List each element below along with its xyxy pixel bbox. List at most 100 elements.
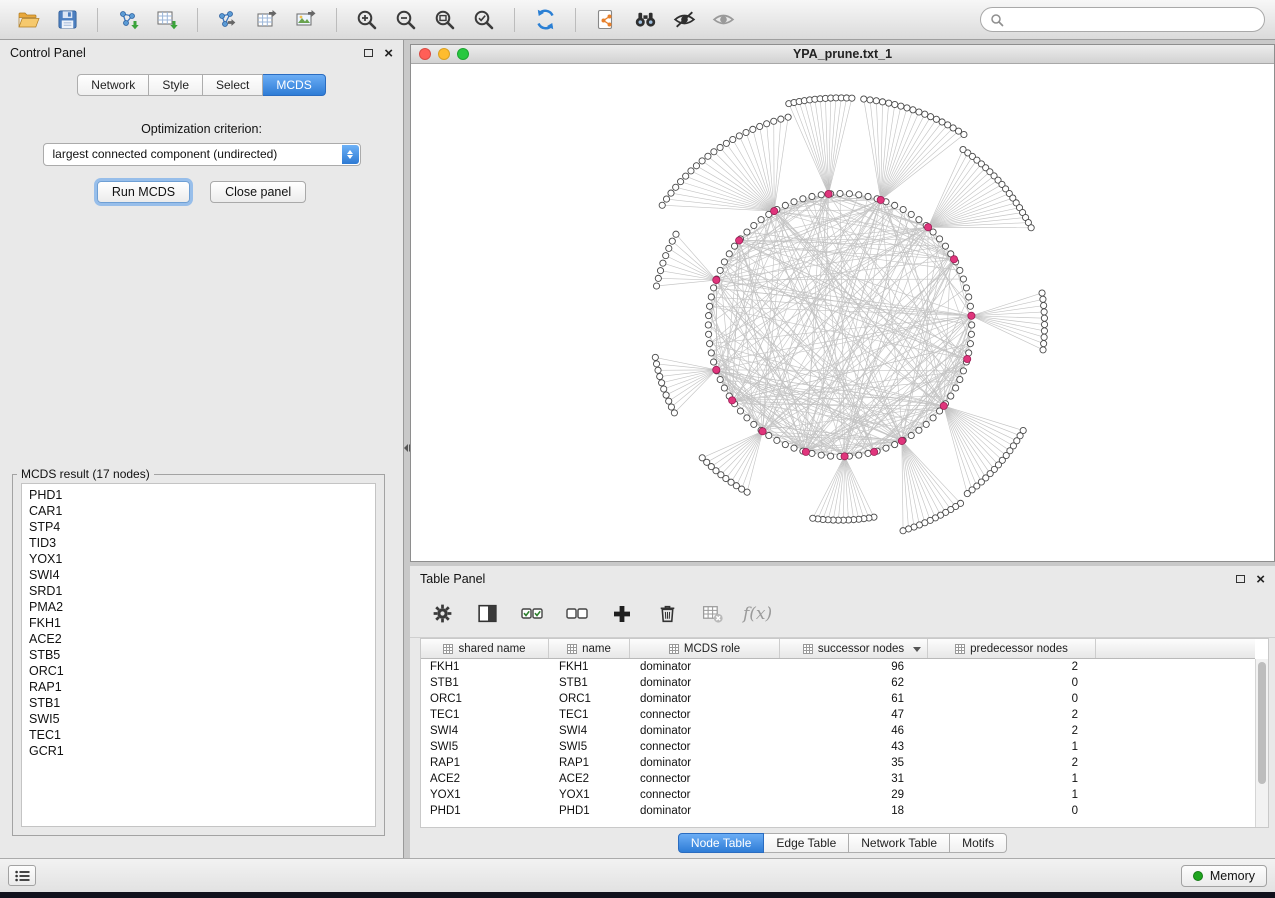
select-all-button[interactable] [518,600,546,628]
export-table-button[interactable] [249,5,285,35]
delete-row-button[interactable] [653,600,681,628]
find-button[interactable] [627,5,663,35]
table-tab-motifs[interactable]: Motifs [950,833,1007,853]
export-image-button[interactable] [288,5,324,35]
column-header-predecessor-nodes[interactable]: predecessor nodes [928,639,1096,658]
table-tab-network-table[interactable]: Network Table [849,833,950,853]
run-mcds-button[interactable]: Run MCDS [97,181,190,203]
result-node[interactable]: SWI5 [29,711,368,727]
zoom-in-button[interactable] [349,5,385,35]
table-panel: Table Panel × [410,566,1275,858]
deselect-all-button[interactable] [563,600,591,628]
export-web-page-icon [594,8,618,32]
export-image-icon [294,8,318,32]
cell-shared_name: SWI4 [421,723,549,739]
table-row-ORC1[interactable]: ORC1ORC1dominator610 [421,691,1255,707]
show-columns-button[interactable] [473,600,501,628]
fit-content-icon [433,8,457,32]
network-canvas[interactable] [411,64,1274,561]
cell-successor_nodes: 35 [780,755,928,771]
save-session-button[interactable] [49,5,85,35]
tab-style[interactable]: Style [149,74,203,96]
table-row-ACE2[interactable]: ACE2ACE2connector311 [421,771,1255,787]
cell-name: TEC1 [549,707,630,723]
result-node[interactable]: YOX1 [29,551,368,567]
table-row-TEC1[interactable]: TEC1TEC1connector472 [421,707,1255,723]
cell-shared_name: RAP1 [421,755,549,771]
mcds-result-title: MCDS result (17 nodes) [17,467,154,481]
table-tab-edge-table[interactable]: Edge Table [764,833,849,853]
zoom-selected-button[interactable] [466,5,502,35]
apply-layout-button[interactable] [527,5,563,35]
column-header-MCDS-role[interactable]: MCDS role [630,639,780,658]
result-node[interactable]: STB5 [29,647,368,663]
close-table-panel-icon[interactable]: × [1256,572,1265,587]
open-file-button[interactable] [10,5,46,35]
cell-name: PHD1 [549,803,630,819]
tab-network[interactable]: Network [77,74,149,96]
result-node[interactable]: PMA2 [29,599,368,615]
toolbar-separator [336,8,337,32]
panel-menu-button[interactable] [8,865,36,886]
cell-predecessor_nodes: 2 [928,707,1096,723]
add-row-button[interactable] [608,600,636,628]
table-row-SWI4[interactable]: SWI4SWI4dominator462 [421,723,1255,739]
cell-successor_nodes: 18 [780,803,928,819]
result-node[interactable]: TEC1 [29,727,368,743]
show-all-button[interactable] [705,5,741,35]
result-node[interactable]: SRD1 [29,583,368,599]
result-node[interactable]: CAR1 [29,503,368,519]
column-header-name[interactable]: name [549,639,630,658]
toolbar-separator [514,8,515,32]
cell-mcds_role: connector [630,787,780,803]
table-tab-node-table[interactable]: Node Table [678,833,765,853]
tab-mcds[interactable]: MCDS [263,74,325,96]
search-input[interactable] [1010,13,1255,27]
scrollbar-thumb[interactable] [1258,662,1266,784]
zoom-in-icon [355,8,379,32]
table-row-PHD1[interactable]: PHD1PHD1dominator180 [421,803,1255,819]
cell-predecessor_nodes: 1 [928,771,1096,787]
float-table-panel-icon[interactable] [1236,575,1245,583]
export-network-button[interactable] [210,5,246,35]
function-builder-button[interactable]: f(x) [743,600,772,628]
table-row-RAP1[interactable]: RAP1RAP1dominator352 [421,755,1255,771]
zoom-out-button[interactable] [388,5,424,35]
cell-name: STB1 [549,675,630,691]
delete-table-button[interactable] [698,600,726,628]
result-node[interactable]: FKH1 [29,615,368,631]
result-node[interactable]: RAP1 [29,679,368,695]
table-scrollbar[interactable] [1255,659,1268,827]
result-node[interactable]: PHD1 [29,487,368,503]
result-node[interactable]: STP4 [29,519,368,535]
fit-content-button[interactable] [427,5,463,35]
search-box[interactable] [980,7,1265,32]
cell-shared_name: TEC1 [421,707,549,723]
optimization-criterion-label: Optimization criterion: [0,122,403,136]
result-node[interactable]: STB1 [29,695,368,711]
column-header-shared-name[interactable]: shared name [421,639,549,658]
table-row-YOX1[interactable]: YOX1YOX1connector291 [421,787,1255,803]
hide-selected-button[interactable] [666,5,702,35]
float-panel-icon[interactable] [364,49,373,57]
column-header-successor-nodes[interactable]: successor nodes [780,639,928,658]
criterion-select[interactable]: largest connected component (undirected) [43,143,361,166]
close-panel-icon[interactable]: × [384,46,393,61]
table-row-FKH1[interactable]: FKH1FKH1dominator962 [421,659,1255,675]
result-node[interactable]: SWI4 [29,567,368,583]
result-node[interactable]: GCR1 [29,743,368,759]
network-window-titlebar[interactable]: YPA_prune.txt_1 [411,45,1274,64]
import-table-button[interactable] [149,5,185,35]
table-row-STB1[interactable]: STB1STB1dominator620 [421,675,1255,691]
export-web-page-button[interactable] [588,5,624,35]
result-node[interactable]: ORC1 [29,663,368,679]
column-settings-button[interactable] [428,600,456,628]
close-mcds-panel-button[interactable]: Close panel [210,181,306,203]
table-row-SWI5[interactable]: SWI5SWI5connector431 [421,739,1255,755]
tab-select[interactable]: Select [203,74,263,96]
import-network-button[interactable] [110,5,146,35]
memory-status-dot [1193,871,1203,881]
result-node[interactable]: ACE2 [29,631,368,647]
memory-button[interactable]: Memory [1181,865,1267,887]
result-node[interactable]: TID3 [29,535,368,551]
